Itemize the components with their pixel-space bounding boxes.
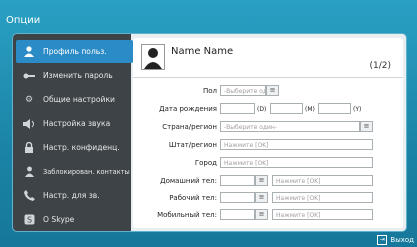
home-phone-field[interactable]: Нажмите [OK] bbox=[272, 175, 373, 186]
mobile-phone-field[interactable]: Нажмите [OK] bbox=[272, 209, 373, 220]
profile-name: Name Name bbox=[171, 46, 234, 57]
user-icon bbox=[23, 46, 35, 58]
work-phone-type-select[interactable] bbox=[220, 192, 255, 203]
sidebar-item-label: Настр. для зв. bbox=[43, 191, 100, 200]
list-icon: ≡ bbox=[269, 86, 276, 94]
birth-day-field[interactable] bbox=[220, 103, 255, 114]
birth-year-field[interactable] bbox=[318, 103, 351, 114]
options-screen: Опции Профиль польз. Изменить пароль ⚙ О… bbox=[0, 0, 417, 247]
day-suffix: (D) bbox=[257, 106, 267, 113]
sidebar-item-label: О Skype bbox=[43, 215, 75, 224]
country-dropdown-button[interactable]: ≡ bbox=[360, 121, 373, 132]
window-title: Опции bbox=[6, 15, 41, 26]
home-phone-type-select[interactable] bbox=[220, 175, 255, 186]
avatar bbox=[141, 44, 165, 70]
sidebar-item-label: Настройка звука bbox=[43, 119, 111, 128]
state-label: Штат/регион bbox=[168, 141, 217, 149]
sidebar-item-label: Профиль польз. bbox=[43, 47, 107, 56]
sidebar-item-profile[interactable]: Профиль польз. bbox=[16, 40, 133, 63]
list-icon: ≡ bbox=[258, 193, 265, 201]
gender-dropdown-button[interactable]: ≡ bbox=[266, 85, 279, 96]
month-suffix: (M) bbox=[305, 106, 315, 113]
sidebar-item-general-settings[interactable]: ⚙ Общие настройки bbox=[16, 88, 133, 111]
exit-button[interactable]: ⇥ Выход bbox=[377, 235, 414, 245]
sidebar-item-privacy-settings[interactable]: Настр. конфиденц. bbox=[16, 136, 133, 159]
svg-text:S: S bbox=[26, 216, 31, 225]
sidebar-item-label: Заблокирован. контакты bbox=[43, 167, 130, 176]
birth-date-label: Дата рождения bbox=[159, 105, 217, 113]
exit-label: Выход bbox=[390, 236, 414, 244]
city-label: Город bbox=[194, 159, 217, 167]
sidebar-item-blocked-contacts[interactable]: Заблокирован. контакты bbox=[16, 160, 133, 183]
birth-month-field[interactable] bbox=[270, 103, 303, 114]
home-phone-label: Домашний тел: bbox=[160, 177, 217, 185]
sidebar-item-label: Общие настройки bbox=[43, 95, 115, 104]
list-icon: ≡ bbox=[258, 210, 265, 218]
sidebar-item-label: Изменить пароль bbox=[43, 71, 113, 80]
skype-icon: S bbox=[23, 214, 35, 226]
lock-icon bbox=[23, 142, 35, 154]
list-icon: ≡ bbox=[363, 122, 370, 130]
mobile-phone-dropdown-button[interactable]: ≡ bbox=[255, 209, 268, 220]
work-phone-field[interactable]: Нажмите [OK] bbox=[272, 192, 373, 203]
blocked-contact-icon bbox=[23, 166, 35, 178]
page-indicator: (1/2) bbox=[369, 61, 391, 71]
gender-select[interactable]: -Выберите один- bbox=[220, 85, 266, 96]
sidebar-item-label: Настр. конфиденц. bbox=[43, 143, 120, 152]
gender-label: Пол bbox=[202, 87, 217, 95]
call-icon bbox=[23, 190, 35, 202]
state-field[interactable]: Нажмите [OK] bbox=[220, 139, 373, 150]
sidebar-item-about-skype[interactable]: S О Skype bbox=[16, 208, 133, 231]
list-icon: ≡ bbox=[258, 176, 265, 184]
sidebar-item-sound-settings[interactable]: Настройка звука bbox=[16, 112, 133, 135]
work-phone-label: Рабочий тел: bbox=[169, 194, 217, 202]
city-field[interactable]: Нажмите [OK] bbox=[220, 157, 373, 168]
sidebar: Профиль польз. Изменить пароль ⚙ Общие н… bbox=[13, 34, 133, 231]
work-phone-dropdown-button[interactable]: ≡ bbox=[255, 192, 268, 203]
gear-icon: ⚙ bbox=[24, 94, 34, 105]
country-label: Страна/регион bbox=[162, 123, 217, 131]
mobile-phone-type-select[interactable] bbox=[220, 209, 255, 220]
sidebar-item-change-password[interactable]: Изменить пароль bbox=[16, 64, 133, 87]
year-suffix: (Y) bbox=[353, 106, 362, 113]
sidebar-item-call-settings[interactable]: Настр. для зв. bbox=[16, 184, 133, 207]
exit-key-icon: ⇥ bbox=[377, 235, 388, 245]
options-panel: Профиль польз. Изменить пароль ⚙ Общие н… bbox=[13, 34, 406, 231]
home-phone-dropdown-button[interactable]: ≡ bbox=[255, 175, 268, 186]
divider bbox=[133, 77, 403, 78]
key-icon bbox=[23, 70, 35, 82]
speaker-icon bbox=[23, 118, 35, 130]
country-select[interactable]: -Выберите один- bbox=[220, 121, 360, 132]
mobile-phone-label: Мобильный тел: bbox=[157, 211, 217, 219]
profile-content: Name Name (1/2) Пол -Выберите один- ≡ Да… bbox=[133, 38, 403, 228]
